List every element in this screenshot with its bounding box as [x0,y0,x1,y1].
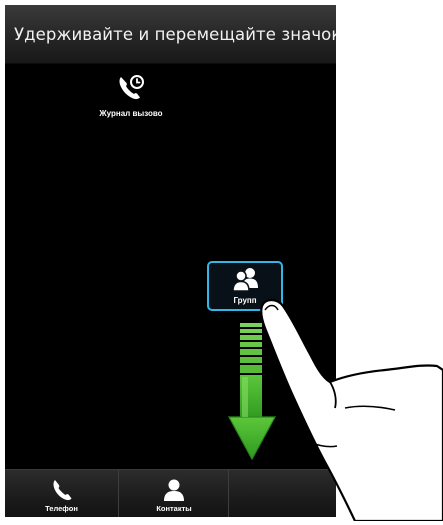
pointing-hand-icon [245,290,443,523]
phone-icon [50,478,74,502]
person-icon [162,478,186,502]
call-log-icon [117,74,145,102]
tab-contacts[interactable]: Контакты [118,470,229,517]
tab-contacts-label: Контакты [156,504,192,513]
tab-phone-label: Телефон [45,504,78,513]
title-bar: Удерживайте и перемещайте значок [5,5,336,64]
call-log-label: Журнал вызово [99,109,163,118]
page-title: Удерживайте и перемещайте значок [14,25,336,44]
tab-phone[interactable]: Телефон [5,470,118,517]
shortcut-call-log[interactable]: Журнал вызово [87,68,175,128]
